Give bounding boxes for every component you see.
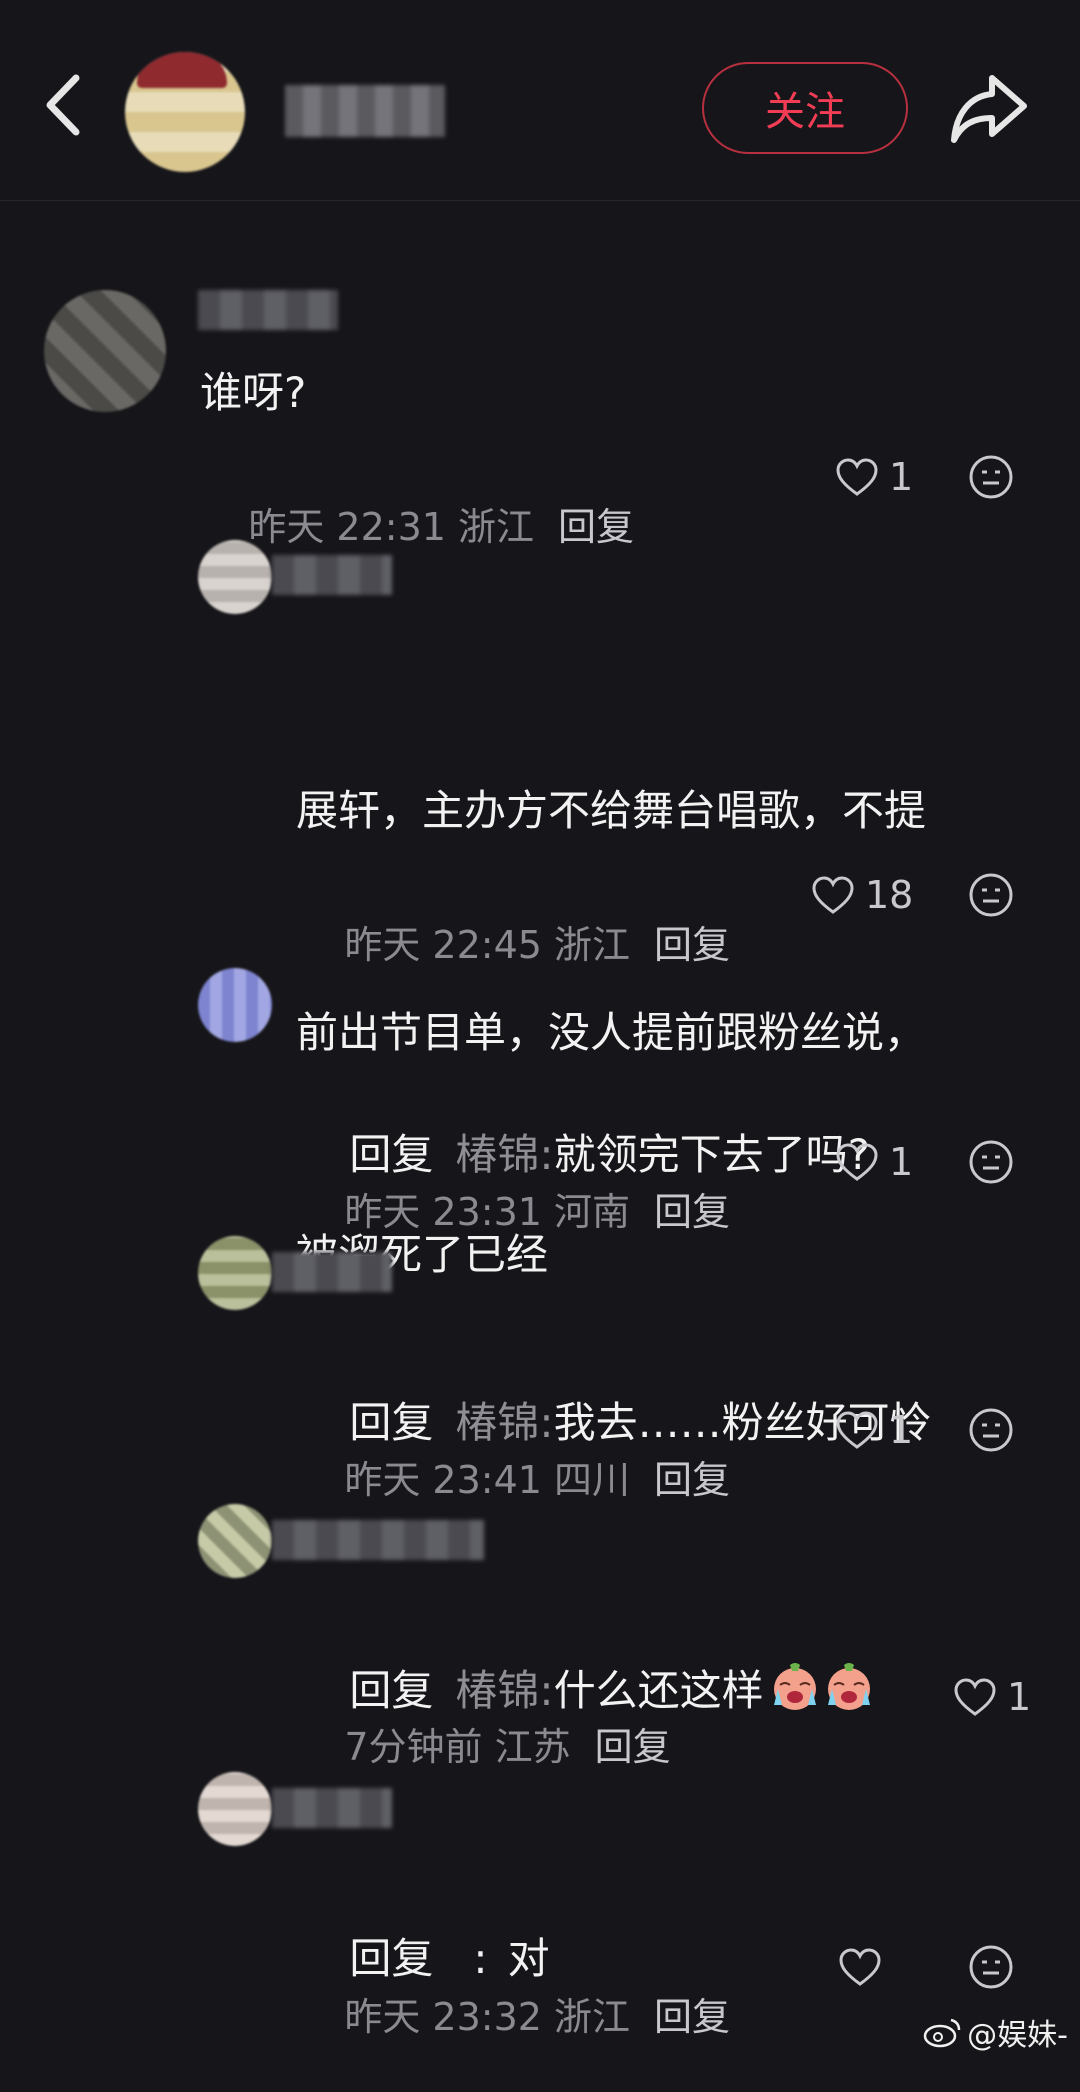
- comment-location: 浙江: [458, 505, 535, 549]
- username[interactable]: [272, 555, 392, 595]
- like-count: 1: [1007, 1675, 1032, 1719]
- username[interactable]: [198, 290, 338, 330]
- emoji-icon[interactable]: [968, 1139, 1014, 1185]
- comment-time: 昨天 23:41: [344, 1458, 542, 1502]
- share-icon[interactable]: [948, 68, 1030, 148]
- emoji-icon[interactable]: [968, 1407, 1014, 1453]
- top-bar: 关注: [0, 0, 1080, 201]
- watermark: @娱妹-: [923, 2010, 1068, 2054]
- weibo-logo-icon: [923, 2018, 961, 2048]
- like-button[interactable]: 1: [835, 452, 913, 502]
- comment-meta: 昨天 22:45 浙江 回复: [296, 870, 730, 967]
- follow-button[interactable]: 关注: [702, 62, 908, 154]
- comment-meta: 昨天 23:31 河南 回复: [296, 1137, 730, 1234]
- avatar[interactable]: [198, 1236, 272, 1310]
- heart-icon: [836, 1143, 878, 1181]
- reply-button[interactable]: 回复: [654, 1190, 730, 1234]
- like-button[interactable]: 1: [835, 1137, 913, 1187]
- username[interactable]: [272, 1788, 392, 1828]
- like-button[interactable]: 1: [953, 1672, 1031, 1722]
- comment-time: 昨天 23:31: [344, 1190, 542, 1234]
- avatar[interactable]: [44, 290, 166, 412]
- heart-icon: [836, 1411, 878, 1449]
- watermark-text: @娱妹-: [967, 2018, 1068, 2053]
- username[interactable]: [272, 1520, 484, 1560]
- comment-meta: 昨天 23:32 浙江 回复: [296, 1942, 730, 2039]
- comment-location: 浙江: [554, 923, 631, 967]
- like-count: 18: [865, 873, 914, 917]
- heart-icon: [954, 1678, 996, 1716]
- comment-location: 江苏: [494, 1725, 571, 1769]
- comment-meta: 昨天 22:31 浙江 回复: [200, 452, 634, 549]
- comment-text: 谁呀?: [200, 368, 307, 417]
- reply-button[interactable]: 回复: [654, 923, 730, 967]
- reply-button[interactable]: 回复: [654, 1995, 730, 2039]
- like-button[interactable]: [838, 1942, 892, 1992]
- back-arrow-icon[interactable]: [40, 70, 90, 140]
- avatar[interactable]: [198, 540, 272, 614]
- like-count: 1: [889, 1408, 914, 1452]
- comment-time: 昨天 22:31: [248, 505, 446, 549]
- reply-button[interactable]: 回复: [654, 1458, 730, 1502]
- comment-meta: 7分钟前 江苏 回复: [296, 1672, 670, 1769]
- avatar[interactable]: [198, 968, 272, 1042]
- comment-line: 展轩，主办方不给舞台唱歌，不提: [296, 786, 927, 835]
- username[interactable]: [272, 1252, 392, 1292]
- emoji-icon[interactable]: [968, 1944, 1014, 1990]
- like-count: 1: [889, 455, 914, 499]
- reply-button[interactable]: 回复: [558, 505, 634, 549]
- avatar[interactable]: [198, 1772, 272, 1846]
- emoji-icon[interactable]: [968, 454, 1014, 500]
- avatar[interactable]: [198, 1504, 272, 1578]
- heart-icon: [812, 876, 854, 914]
- reply-button[interactable]: 回复: [595, 1725, 671, 1769]
- comment-time: 昨天 22:45: [344, 923, 542, 967]
- comment-location: 河南: [554, 1190, 631, 1234]
- author-avatar[interactable]: [125, 52, 245, 172]
- like-button[interactable]: 18: [811, 870, 913, 920]
- crying-face-emoji: [773, 1663, 816, 1710]
- comment-location: 四川: [554, 1458, 631, 1502]
- heart-icon: [839, 1948, 881, 1986]
- comment-time: 7分钟前: [344, 1725, 483, 1769]
- comment-meta: 昨天 23:41 四川 回复: [296, 1405, 730, 1502]
- heart-icon: [836, 458, 878, 496]
- comment-location: 浙江: [554, 1995, 631, 2039]
- comment-time: 昨天 23:32: [344, 1995, 542, 2039]
- like-button[interactable]: 1: [835, 1405, 913, 1455]
- crying-face-emoji: [827, 1663, 870, 1710]
- emoji-icon[interactable]: [968, 872, 1014, 918]
- author-name[interactable]: [285, 85, 445, 137]
- like-count: 1: [889, 1140, 914, 1184]
